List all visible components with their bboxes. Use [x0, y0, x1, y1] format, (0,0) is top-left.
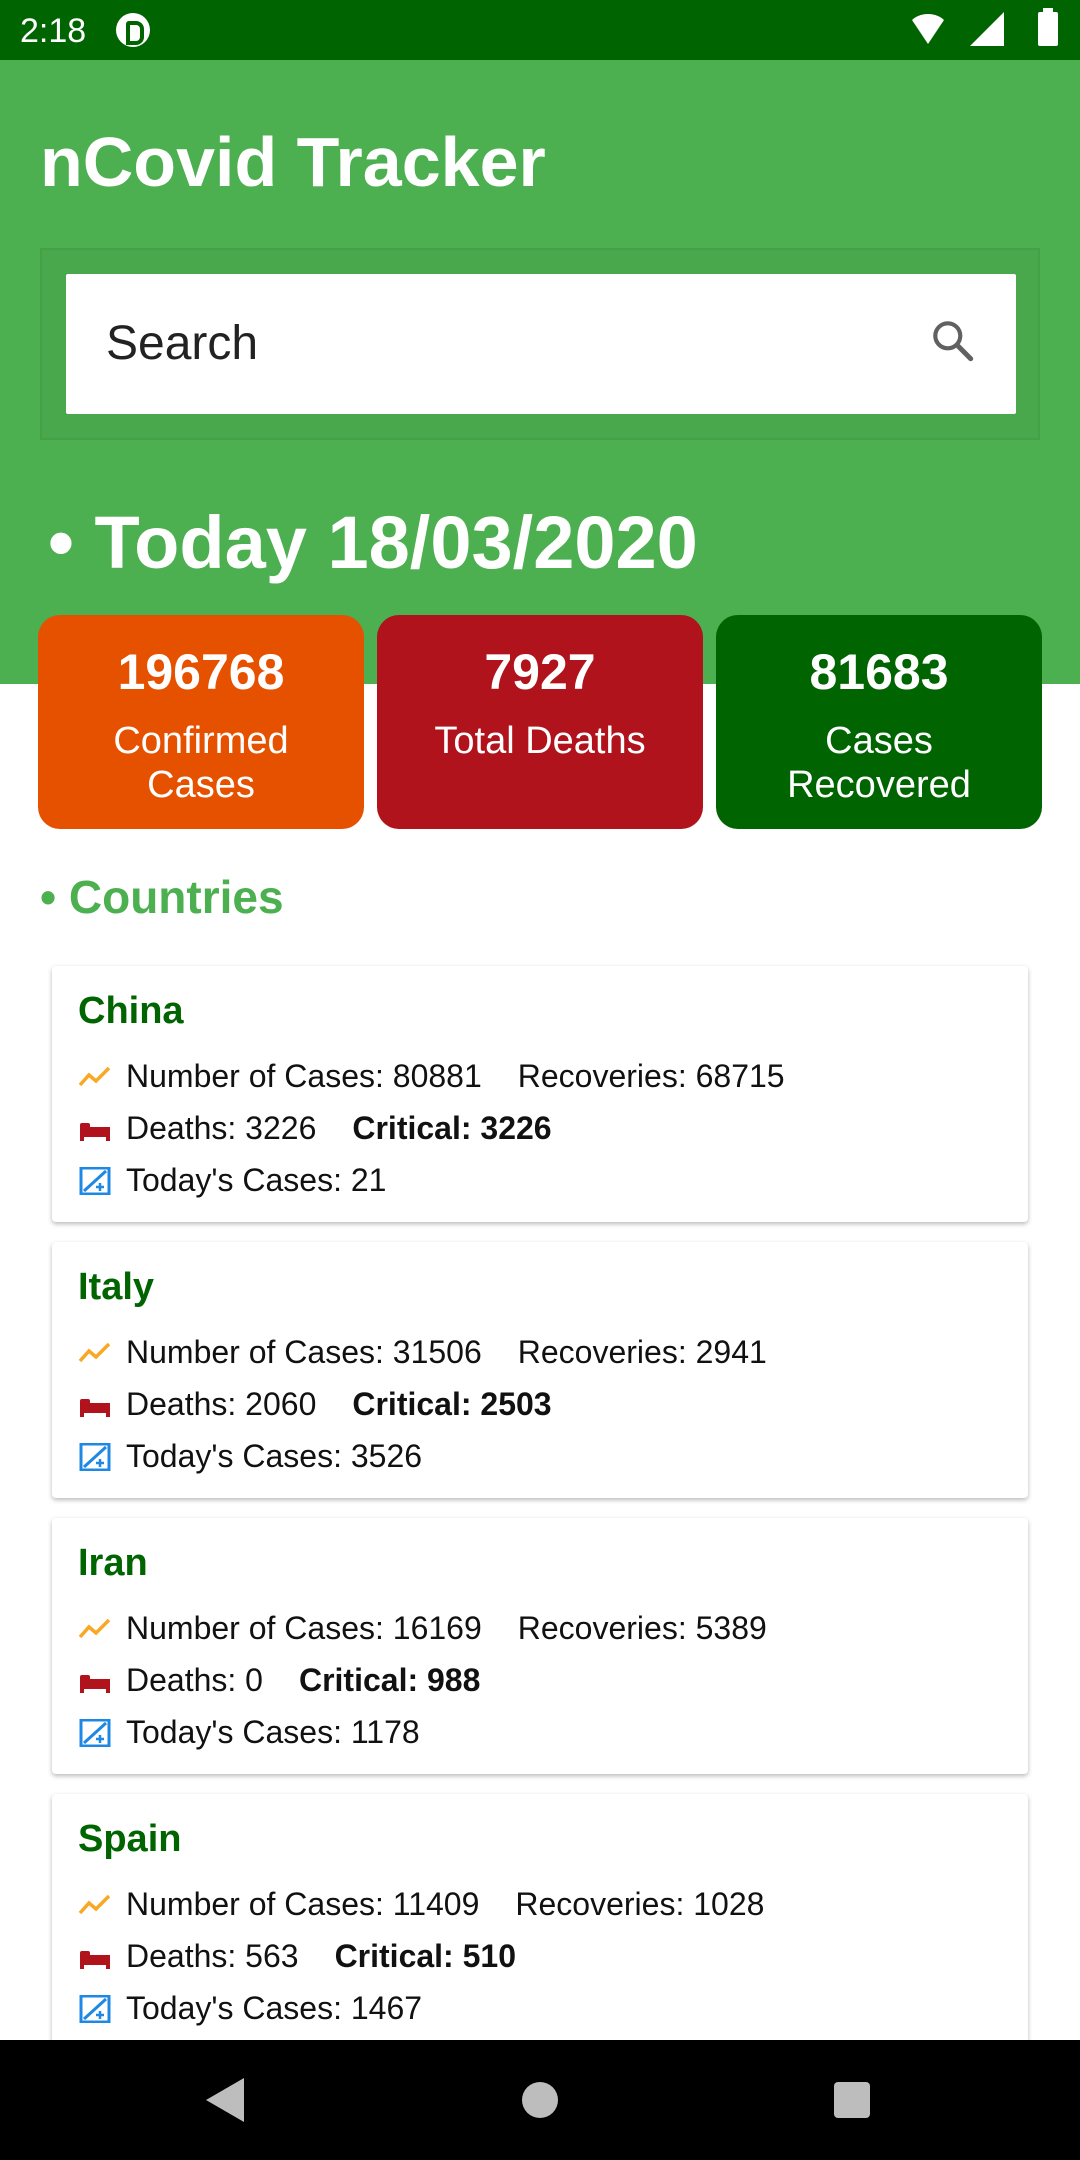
cases-label: Number of Cases:: [126, 1886, 384, 1922]
recents-icon[interactable]: [834, 2082, 870, 2118]
calendar-add-icon: [79, 1443, 111, 1471]
deaths-value: 3226: [245, 1110, 317, 1146]
cases-value: 11409: [392, 1886, 480, 1922]
calendar-add-icon: [79, 1719, 111, 1747]
recoveries-label: Recoveries:: [517, 1334, 687, 1370]
bed-icon: [80, 1123, 110, 1141]
deaths-label: Deaths:: [126, 1386, 237, 1422]
recoveries-value: 5389: [695, 1610, 767, 1646]
back-icon[interactable]: [206, 2078, 244, 2122]
search-label: Search: [106, 317, 259, 370]
critical-value: 3226: [480, 1110, 552, 1146]
bed-icon: [80, 1675, 110, 1693]
deaths-label: Deaths:: [126, 1110, 237, 1146]
calendar-add-icon: [79, 1167, 111, 1195]
app-title: nCovid Tracker: [40, 123, 546, 201]
cases-label: Number of Cases:: [126, 1334, 384, 1370]
countries-heading: • Countries: [40, 871, 284, 923]
cases-value: 16169: [392, 1610, 482, 1646]
today-value: 1467: [350, 1990, 423, 2026]
trending-up-icon: [78, 1342, 111, 1363]
cases-value: 80881: [392, 1058, 482, 1094]
header: nCovid Tracker Search • Today 18/03/2020: [0, 60, 1080, 684]
country-card-spain[interactable]: Spain Number of Cases: 11409 Recoveries: …: [52, 1794, 1028, 2050]
trending-up-icon: [78, 1618, 111, 1639]
trending-up-icon: [78, 1066, 111, 1087]
app-notification-icon: [116, 13, 150, 47]
recoveries-value: 68715: [695, 1058, 785, 1094]
search-input[interactable]: Search: [66, 274, 1016, 414]
today-value: 21: [350, 1162, 387, 1198]
today-row: Today's Cases: 21: [78, 1162, 386, 1199]
signal-icon: [970, 12, 1004, 46]
today-label: Today's Cases:: [126, 1714, 342, 1750]
critical-value: 510: [462, 1938, 516, 1974]
country-name: China: [78, 990, 184, 1032]
today-row: Today's Cases: 1467: [78, 1990, 422, 2027]
battery-icon: [1038, 8, 1058, 46]
today-value: 3526: [350, 1438, 423, 1474]
recoveries-label: Recoveries:: [517, 1058, 687, 1094]
country-card-italy[interactable]: Italy Number of Cases: 31506 Recoveries: …: [52, 1242, 1028, 1498]
critical-label: Critical:: [352, 1110, 472, 1146]
navigation-bar: [0, 2040, 1080, 2160]
deaths-label: Deaths:: [126, 1938, 237, 1974]
today-date: • Today 18/03/2020: [48, 501, 698, 584]
country-name: Spain: [78, 1818, 182, 1860]
critical-label: Critical:: [352, 1386, 472, 1422]
bed-icon: [80, 1399, 110, 1417]
home-icon[interactable]: [522, 2082, 558, 2118]
critical-value: 2503: [480, 1386, 552, 1422]
cases-label: Number of Cases:: [126, 1058, 384, 1094]
deaths-row: Deaths: 0 Critical: 988: [78, 1662, 480, 1699]
country-card-china[interactable]: China Number of Cases: 80881 Recoveries: …: [52, 966, 1028, 1222]
bed-icon: [80, 1951, 110, 1969]
confirmed-cases-card: 196768 Confirmed Cases: [38, 615, 364, 829]
deaths-row: Deaths: 2060 Critical: 2503: [78, 1386, 552, 1423]
critical-value: 988: [427, 1662, 481, 1698]
cases-row: Number of Cases: 31506 Recoveries: 2941: [78, 1334, 767, 1371]
confirmed-cases-label: Confirmed Cases: [113, 720, 289, 806]
cases-row: Number of Cases: 16169 Recoveries: 5389: [78, 1610, 767, 1647]
recoveries-value: 1028: [693, 1886, 765, 1922]
status-bar: 2:18: [0, 0, 1080, 60]
today-row: Today's Cases: 1178: [78, 1714, 420, 1751]
recoveries-label: Recoveries:: [517, 1610, 687, 1646]
deaths-row: Deaths: 563 Critical: 510: [78, 1938, 516, 1975]
calendar-add-icon: [79, 1995, 111, 2023]
cases-label: Number of Cases:: [126, 1610, 384, 1646]
critical-label: Critical:: [334, 1938, 454, 1974]
confirmed-cases-value: 196768: [117, 644, 285, 700]
deaths-value: 0: [245, 1662, 263, 1698]
total-deaths-value: 7927: [484, 644, 596, 700]
search-icon[interactable]: [928, 316, 978, 366]
recoveries-label: Recoveries:: [515, 1886, 685, 1922]
cases-row: Number of Cases: 80881 Recoveries: 68715: [78, 1058, 785, 1095]
wifi-icon: [908, 14, 948, 44]
trending-up-icon: [78, 1894, 111, 1915]
today-label: Today's Cases:: [126, 1990, 342, 2026]
country-name: Italy: [78, 1266, 155, 1308]
status-time: 2:18: [20, 12, 87, 50]
today-label: Today's Cases:: [126, 1162, 342, 1198]
search-container: Search: [40, 248, 1040, 440]
total-deaths-label: Total Deaths: [434, 720, 646, 762]
cases-recovered-label: Cases Recovered: [787, 720, 971, 806]
recoveries-value: 2941: [695, 1334, 767, 1370]
cases-row: Number of Cases: 11409 Recoveries: 1028: [78, 1886, 764, 1923]
cases-value: 31506: [392, 1334, 482, 1370]
today-row: Today's Cases: 3526: [78, 1438, 422, 1475]
deaths-label: Deaths:: [126, 1662, 237, 1698]
cases-recovered-value: 81683: [809, 644, 949, 700]
deaths-value: 563: [245, 1938, 299, 1974]
total-deaths-card: 7927 Total Deaths: [377, 615, 703, 829]
deaths-value: 2060: [245, 1386, 317, 1422]
critical-label: Critical:: [298, 1662, 419, 1698]
country-card-iran[interactable]: Iran Number of Cases: 16169 Recoveries: 5…: [52, 1518, 1028, 1774]
today-value: 1178: [350, 1714, 420, 1750]
deaths-row: Deaths: 3226 Critical: 3226: [78, 1110, 552, 1147]
country-name: Iran: [78, 1542, 148, 1584]
cases-recovered-card: 81683 Cases Recovered: [716, 615, 1042, 829]
today-label: Today's Cases:: [126, 1438, 342, 1474]
